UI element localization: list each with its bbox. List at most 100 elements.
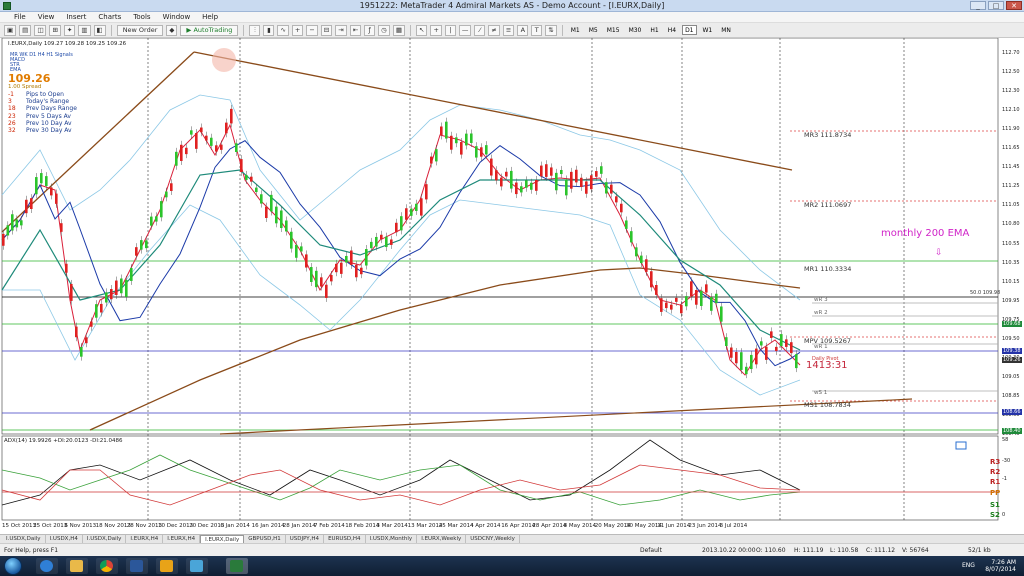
outlook-taskbar-icon[interactable] [156, 558, 178, 574]
level-ws1: wS 1 [814, 390, 828, 396]
ie-taskbar-icon[interactable] [36, 558, 58, 574]
candle-body [270, 194, 273, 212]
terminal-icon[interactable]: ▥ [78, 24, 91, 36]
time-axis-label: 15 Oct 2013 [2, 523, 37, 529]
candle-body [275, 206, 278, 224]
chart-tab[interactable]: I.EURX,Weekly [417, 535, 467, 543]
price-tag: 109.38 [1002, 348, 1022, 354]
new-order-button[interactable]: New Order [116, 24, 164, 36]
chart-tab[interactable]: I.EURX,H4 [126, 535, 164, 543]
chart-tab[interactable]: I.USDX,Daily [2, 535, 46, 543]
slow-ema-line [1, 140, 801, 367]
chart-tab[interactable]: I.USDX,Daily [83, 535, 127, 543]
maximize-button[interactable]: □ [988, 1, 1004, 10]
candle-body [615, 196, 618, 203]
chart-tab[interactable]: USDCNY,Weekly [466, 535, 520, 543]
minimize-button[interactable]: _ [970, 1, 986, 10]
cursor-icon[interactable]: ↖ [415, 24, 428, 36]
price-axis-label: 111.45 [1002, 164, 1020, 171]
candle-body [145, 240, 148, 249]
start-button[interactable] [4, 557, 22, 575]
timeframe-m30[interactable]: M30 [626, 25, 645, 35]
toolbar: ▣ ▤ ◫ ⊞ ✦ ▥ ◧ New Order ◆ ▶ AutoTrading … [0, 23, 1024, 38]
label-icon[interactable]: T [531, 24, 543, 36]
menu-file[interactable]: File [14, 13, 26, 21]
trendline-icon[interactable]: ⁄ [474, 24, 486, 36]
adx-panel-border [1, 435, 999, 521]
data-window-icon[interactable]: ⊞ [49, 24, 61, 36]
timeframe-h1[interactable]: H1 [647, 25, 661, 35]
bar-chart-icon[interactable]: ⫶ [249, 24, 261, 36]
market-watch-icon[interactable]: ◫ [34, 24, 47, 36]
chrome-taskbar-icon[interactable] [96, 558, 118, 574]
mt4-taskbar-icon[interactable] [226, 558, 248, 574]
chart-tab[interactable]: EURUSD,H4 [324, 535, 366, 543]
photos-taskbar-icon[interactable] [186, 558, 208, 574]
chart-tab[interactable]: USDJPY,H4 [286, 535, 325, 543]
timeframe-d1[interactable]: D1 [682, 25, 697, 35]
menu-insert[interactable]: Insert [66, 13, 86, 21]
timeframe-m15[interactable]: M15 [604, 25, 623, 35]
price-chart-canvas[interactable] [0, 38, 1024, 534]
timeframe-m5[interactable]: M5 [586, 25, 601, 35]
channel-icon[interactable]: ≠ [488, 24, 500, 36]
profiles-icon[interactable]: ▤ [19, 24, 32, 36]
tester-icon[interactable]: ◧ [93, 24, 106, 36]
new-order-label: New Order [122, 25, 158, 34]
timeframe-m1[interactable]: M1 [568, 25, 583, 35]
zoom-in-icon[interactable]: + [291, 24, 304, 36]
chart-tab[interactable]: I.EURX,H4 [163, 535, 201, 543]
chart-tab[interactable]: I.USDX,H4 [46, 535, 83, 543]
menu-help[interactable]: Help [202, 13, 218, 21]
templates-icon[interactable]: ▦ [392, 24, 405, 36]
arrows-icon[interactable]: ⇅ [545, 24, 557, 36]
mt4-window: 1951222: MetaTrader 4 Admiral Markets AS… [0, 0, 1024, 576]
candle-body [485, 145, 488, 155]
vertical-line-icon[interactable]: | [444, 24, 456, 36]
adx-s1-label: S1 [990, 501, 1000, 509]
timeframe-mn[interactable]: MN [718, 25, 734, 35]
menu-charts[interactable]: Charts [98, 13, 121, 21]
navigator-icon[interactable]: ✦ [63, 24, 76, 36]
chart-tab[interactable]: GBPUSD,H1 [244, 535, 286, 543]
chart-tab[interactable]: I.USDX,Monthly [366, 535, 418, 543]
periods-icon[interactable]: ◷ [378, 24, 390, 36]
word-taskbar-icon[interactable] [126, 558, 148, 574]
stat-row: 18 Prev Days Range [8, 105, 77, 113]
candlestick-icon[interactable]: ▮ [263, 24, 275, 36]
price-axis-label: 111.90 [1002, 126, 1020, 133]
chart-tab[interactable]: I.EURX,Daily [200, 535, 245, 543]
text-icon[interactable]: A [517, 24, 529, 36]
candle-body [160, 201, 163, 218]
timeframe-w1[interactable]: W1 [700, 25, 716, 35]
menu-view[interactable]: View [38, 13, 55, 21]
system-clock[interactable]: 7:26 AM 8/07/2014 [985, 559, 1016, 573]
level-mr1: MR1 110.3334 [804, 265, 852, 273]
timeframe-h4[interactable]: H4 [665, 25, 679, 35]
level-mr3: MR3 111.8734 [804, 131, 852, 139]
metaeditor-icon[interactable]: ◆ [166, 24, 178, 36]
new-chart-icon[interactable]: ▣ [4, 24, 17, 36]
tile-windows-icon[interactable]: ⊟ [320, 24, 333, 36]
candle-body [465, 133, 468, 146]
chart-shift-icon[interactable]: ⇤ [349, 24, 362, 36]
close-button[interactable]: ✕ [1006, 1, 1022, 10]
chart-window[interactable] [0, 38, 1024, 534]
chart-header: I.EURX,Daily 109.27 109.28 109.25 109.26 [8, 41, 127, 47]
candle-body [120, 278, 123, 294]
zoom-out-icon[interactable]: − [306, 24, 318, 36]
crosshair-icon[interactable]: + [430, 24, 442, 36]
autoscroll-icon[interactable]: ⇥ [335, 24, 347, 36]
fibonacci-icon[interactable]: ≡ [502, 24, 515, 36]
explorer-taskbar-icon[interactable] [66, 558, 88, 574]
candle-body [475, 146, 478, 158]
indicators-icon[interactable]: ƒ [364, 24, 376, 36]
menu-tools[interactable]: Tools [133, 13, 150, 21]
candle-body [695, 290, 698, 305]
autotrading-button[interactable]: ▶ AutoTrading [180, 24, 239, 36]
language-indicator[interactable]: ENG [962, 562, 975, 569]
line-chart-icon[interactable]: ∿ [277, 24, 289, 36]
horizontal-line-icon[interactable]: — [458, 24, 472, 36]
adx-indicator-label: ADX(14) 19.9926 +DI:20.0123 -DI:21.0486 [4, 438, 123, 444]
menu-window[interactable]: Window [163, 13, 191, 21]
